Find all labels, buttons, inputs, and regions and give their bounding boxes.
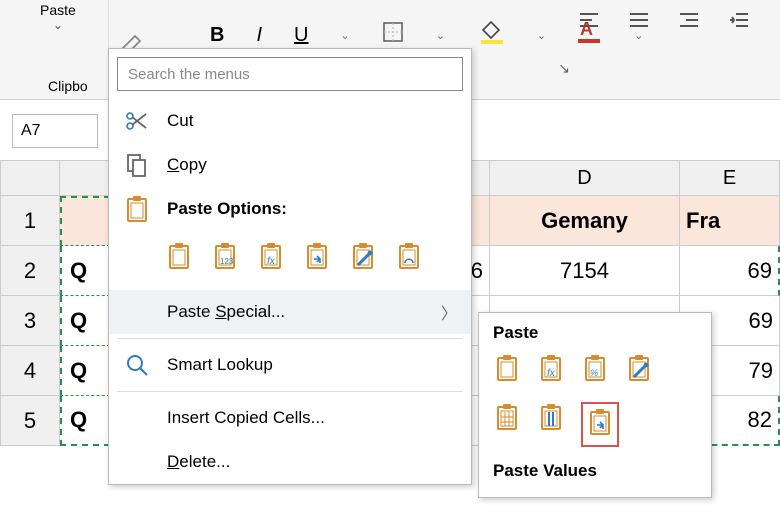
- menu-item-label: Cut: [167, 111, 193, 131]
- submenu-header-paste-values: Paste Values: [493, 461, 697, 481]
- select-all-corner[interactable]: [0, 160, 60, 196]
- cell[interactable]: Q: [60, 346, 110, 396]
- paste-option-formulas[interactable]: [257, 241, 285, 276]
- menu-item-label: Delete...: [167, 452, 230, 472]
- font-dialog-launcher[interactable]: ↘: [558, 60, 570, 77]
- placeholder-text: Search the menus: [128, 66, 250, 83]
- row-header[interactable]: 1: [0, 196, 60, 246]
- alignment-group: [578, 10, 750, 35]
- row-header[interactable]: 3: [0, 296, 60, 346]
- col-header-a[interactable]: [60, 160, 110, 196]
- underline-dropdown[interactable]: ⌄: [340, 29, 349, 42]
- row-header[interactable]: 2: [0, 246, 60, 296]
- cell[interactable]: Fra: [680, 196, 780, 246]
- magnify-icon: [123, 353, 151, 377]
- paste-option-all[interactable]: [165, 241, 193, 276]
- menu-item-smart-lookup[interactable]: Smart Lookup: [109, 343, 471, 387]
- cell[interactable]: Q: [60, 296, 110, 346]
- italic-button[interactable]: I: [256, 24, 262, 47]
- chevron-down-icon: ⌄: [40, 18, 76, 32]
- submenu-arrow-icon: 〉: [441, 300, 457, 324]
- menu-item-cut[interactable]: Cut: [109, 99, 471, 143]
- cell[interactable]: Gemany: [490, 196, 680, 246]
- paste-option-formulas-number-format[interactable]: [581, 353, 609, 388]
- menu-search-input[interactable]: Search the menus: [117, 57, 463, 91]
- cell[interactable]: Q: [60, 396, 110, 446]
- name-box-value: A7: [21, 122, 41, 140]
- cell[interactable]: [60, 196, 110, 246]
- cell[interactable]: 7154: [490, 246, 680, 296]
- bold-button[interactable]: B: [210, 24, 224, 47]
- paste-label: Paste: [40, 2, 76, 18]
- menu-item-label: Paste Options:: [167, 199, 287, 219]
- scissors-icon: [123, 108, 151, 134]
- border-dropdown[interactable]: ⌄: [436, 29, 445, 42]
- paste-option-values[interactable]: [211, 241, 239, 276]
- menu-item-label: Smart Lookup: [167, 355, 273, 375]
- fill-color-button[interactable]: [477, 18, 505, 52]
- menu-item-label: Copy: [167, 155, 207, 175]
- paste-options-header: Paste Options:: [109, 187, 471, 231]
- cell[interactable]: Q: [60, 246, 110, 296]
- align-right-button[interactable]: [678, 10, 700, 35]
- menu-item-label: Paste Special...: [167, 302, 285, 322]
- menu-item-paste-special[interactable]: Paste Special... 〉: [109, 290, 471, 334]
- submenu-header-paste: Paste: [493, 323, 697, 343]
- paste-option-formulas[interactable]: [537, 353, 565, 388]
- paste-option-all[interactable]: [493, 353, 521, 388]
- menu-item-insert-copied[interactable]: Insert Copied Cells...: [109, 396, 471, 440]
- row-header[interactable]: 5: [0, 396, 60, 446]
- col-header-e[interactable]: E: [680, 160, 780, 196]
- decrease-indent-button[interactable]: [728, 10, 750, 35]
- paste-option-transpose[interactable]: [303, 241, 331, 276]
- clipboard-icon: [123, 194, 151, 224]
- menu-item-delete[interactable]: Delete...: [109, 440, 471, 484]
- paste-option-keep-formatting[interactable]: [625, 353, 653, 388]
- align-center-button[interactable]: [628, 10, 650, 35]
- paste-split-button[interactable]: Paste ⌄: [40, 2, 76, 32]
- row-header[interactable]: 4: [0, 346, 60, 396]
- menu-item-label: Insert Copied Cells...: [167, 408, 325, 428]
- border-button[interactable]: [382, 21, 404, 49]
- paste-option-link[interactable]: [395, 241, 423, 276]
- menu-item-copy[interactable]: Copy: [109, 143, 471, 187]
- align-left-button[interactable]: [578, 10, 600, 35]
- paste-option-column-widths[interactable]: [537, 402, 565, 447]
- ribbon-separator: [108, 0, 109, 55]
- context-menu: Search the menus Cut Copy Paste Options:…: [108, 48, 472, 485]
- paste-option-transpose-highlighted[interactable]: [581, 402, 619, 447]
- copy-icon: [123, 152, 151, 178]
- col-header-d[interactable]: D: [490, 160, 680, 196]
- menu-separator: [117, 338, 463, 339]
- paste-option-no-borders[interactable]: [493, 402, 521, 447]
- paste-option-formatting[interactable]: [349, 241, 377, 276]
- paste-options-row: [109, 231, 471, 290]
- paste-special-submenu: Paste Paste Values: [478, 312, 712, 498]
- underline-button[interactable]: U: [294, 24, 308, 47]
- name-box[interactable]: A7: [12, 114, 98, 148]
- clipboard-group-label: Clipbo: [48, 78, 88, 94]
- cell[interactable]: 69: [680, 246, 780, 296]
- menu-separator: [117, 391, 463, 392]
- fill-dropdown[interactable]: ⌄: [537, 29, 546, 42]
